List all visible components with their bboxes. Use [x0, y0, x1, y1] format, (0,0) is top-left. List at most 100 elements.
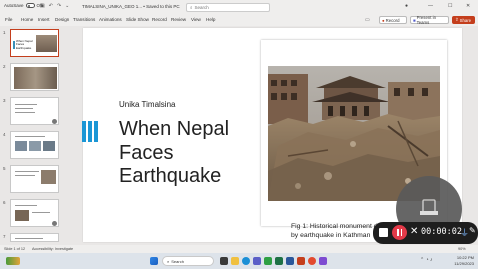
pen-icon[interactable]: ✎ [469, 226, 476, 235]
stop-icon[interactable] [379, 228, 388, 237]
tab-file[interactable]: File [5, 17, 12, 22]
accent-bar [82, 121, 86, 142]
title-bar: AutoSave Off ▣ ↶ ↷ ⌄ TIMALSINA_UNIKA_GEO… [0, 0, 478, 14]
maximize-icon[interactable]: ☐ [448, 3, 452, 9]
document-title: TIMALSINA_UNIKA_GEO 1... • Saved to this… [82, 4, 180, 9]
thumb-text-line [32, 212, 50, 213]
thumb-image [15, 141, 27, 151]
thumb-number: 7 [3, 234, 6, 239]
powerpoint-icon[interactable] [297, 257, 305, 265]
slide-thumbnail-2[interactable] [10, 63, 59, 91]
thumb-number: 4 [3, 132, 6, 137]
accent-bars [82, 121, 98, 142]
slide-thumbnail-5[interactable] [10, 165, 59, 193]
thumb-text-line [15, 175, 35, 176]
customize-icon[interactable]: ⌄ [65, 3, 69, 9]
save-icon[interactable]: ▣ [40, 3, 45, 9]
file-explorer-icon[interactable] [231, 257, 239, 265]
autosave-label: AutoSave [4, 3, 24, 8]
tab-animations[interactable]: Animations [99, 17, 122, 22]
slide-count: Slide 1 of 12 [4, 247, 26, 251]
app-icon[interactable] [319, 257, 327, 265]
thumb-text-line [15, 112, 35, 113]
autosave-toggle[interactable] [25, 3, 35, 8]
thumb-number: 6 [3, 200, 6, 205]
taskbar: ⌕ Search ⌃ ◔ ♪ 10:22 PM 11/29/2023 [0, 253, 478, 269]
user-avatar[interactable]: ● [405, 3, 408, 9]
zoom-level[interactable]: 90% [458, 247, 466, 251]
teams-icon: ■ [413, 17, 416, 23]
chrome-icon[interactable] [308, 257, 316, 265]
accessibility-status[interactable]: Accessibility: Investigate [32, 247, 73, 251]
slide-thumbnail-6[interactable] [10, 199, 59, 227]
close-icon[interactable]: ✕ [466, 3, 470, 9]
clock-date: 11/29/2023 [454, 260, 474, 266]
present-in-teams-button[interactable]: ■ Present in Teams [410, 15, 449, 25]
thumb-image [36, 35, 57, 52]
slide-title[interactable]: When Nepal Faces Earthquake [119, 118, 229, 189]
share-button[interactable]: ⇪ Share [452, 16, 475, 24]
thumb-image [43, 141, 55, 151]
slide-title-line: Faces [119, 141, 174, 164]
windows-start-icon[interactable] [150, 257, 158, 265]
slide-title-line: Earthquake [119, 165, 222, 187]
tab-slide-show[interactable]: Slide Show [126, 17, 149, 22]
tab-design[interactable]: Design [55, 17, 69, 22]
thumb-image [15, 210, 29, 221]
store-icon[interactable] [264, 257, 272, 265]
slide-thumbnail-pane: 1 When Nepal Faces Earthquake 2 3 4 5 6 [0, 27, 62, 242]
thumb-text-line [15, 108, 33, 109]
comments-icon[interactable]: ▭ [365, 17, 370, 23]
accent-bar [94, 121, 98, 142]
search-icon: ⌕ [167, 258, 170, 264]
teams-icon[interactable] [253, 257, 261, 265]
undo-icon[interactable]: ↶ [49, 3, 53, 9]
thumb-image [29, 141, 41, 151]
status-bar: Slide 1 of 12 Accessibility: Investigate… [0, 245, 478, 253]
tab-home[interactable]: Home [21, 17, 33, 22]
recording-timer: 00:00:02 [421, 227, 462, 237]
task-view-icon[interactable] [220, 257, 228, 265]
thumb-text-line [15, 205, 37, 206]
taskbar-search[interactable]: ⌕ Search [162, 256, 214, 266]
tab-insert[interactable]: Insert [38, 17, 50, 22]
edge-icon[interactable] [242, 257, 250, 265]
mic-icon[interactable]: ⏚ [460, 226, 469, 239]
ribbon-tabs: File Home Insert Design Transitions Anim… [0, 14, 478, 26]
thumb-number: 1 [3, 30, 6, 35]
tab-help[interactable]: Help [206, 17, 215, 22]
autosave-control[interactable]: AutoSave Off [4, 3, 42, 8]
slide-title-line: When Nepal [119, 118, 230, 140]
search-icon: ⌕ [190, 5, 193, 10]
quick-access-toolbar: ▣ ↶ ↷ ⌄ [40, 3, 69, 9]
tab-record[interactable]: Record [152, 17, 167, 22]
clock[interactable]: 10:22 PM 11/29/2023 [448, 255, 474, 266]
tab-transitions[interactable]: Transitions [73, 17, 95, 22]
thumb-number: 5 [3, 166, 6, 171]
thumb-number: 3 [3, 98, 6, 103]
thumb-text-line [15, 104, 37, 105]
record-button[interactable]: ● Record [379, 16, 407, 24]
slide-thumbnail-3[interactable] [10, 97, 59, 125]
pause-button[interactable] [392, 225, 407, 240]
discard-icon[interactable]: ✕ [410, 227, 418, 237]
thumb-image [41, 170, 56, 184]
thumb-accent [13, 41, 15, 49]
thumb-text-line [15, 238, 43, 239]
share-icon: ⇪ [455, 17, 459, 22]
pause-icon [397, 229, 399, 236]
slide-thumbnail-7[interactable] [10, 233, 59, 242]
redo-icon[interactable]: ↷ [57, 3, 61, 9]
search-placeholder: Search [194, 5, 209, 10]
slide-thumbnail-4[interactable] [10, 131, 59, 159]
thumb-audio-icon [52, 119, 57, 124]
system-tray-icons[interactable]: ⌃ ◔ ♪ [420, 257, 433, 263]
word-icon[interactable] [286, 257, 294, 265]
slide-thumbnail-1[interactable]: When Nepal Faces Earthquake [10, 29, 59, 57]
weather-icon[interactable] [6, 257, 20, 265]
search-box[interactable]: ⌕ Search [186, 3, 270, 12]
minimize-icon[interactable]: — [428, 3, 433, 9]
tab-view[interactable]: View [191, 17, 201, 22]
excel-icon[interactable] [275, 257, 283, 265]
tab-review[interactable]: Review [171, 17, 186, 22]
